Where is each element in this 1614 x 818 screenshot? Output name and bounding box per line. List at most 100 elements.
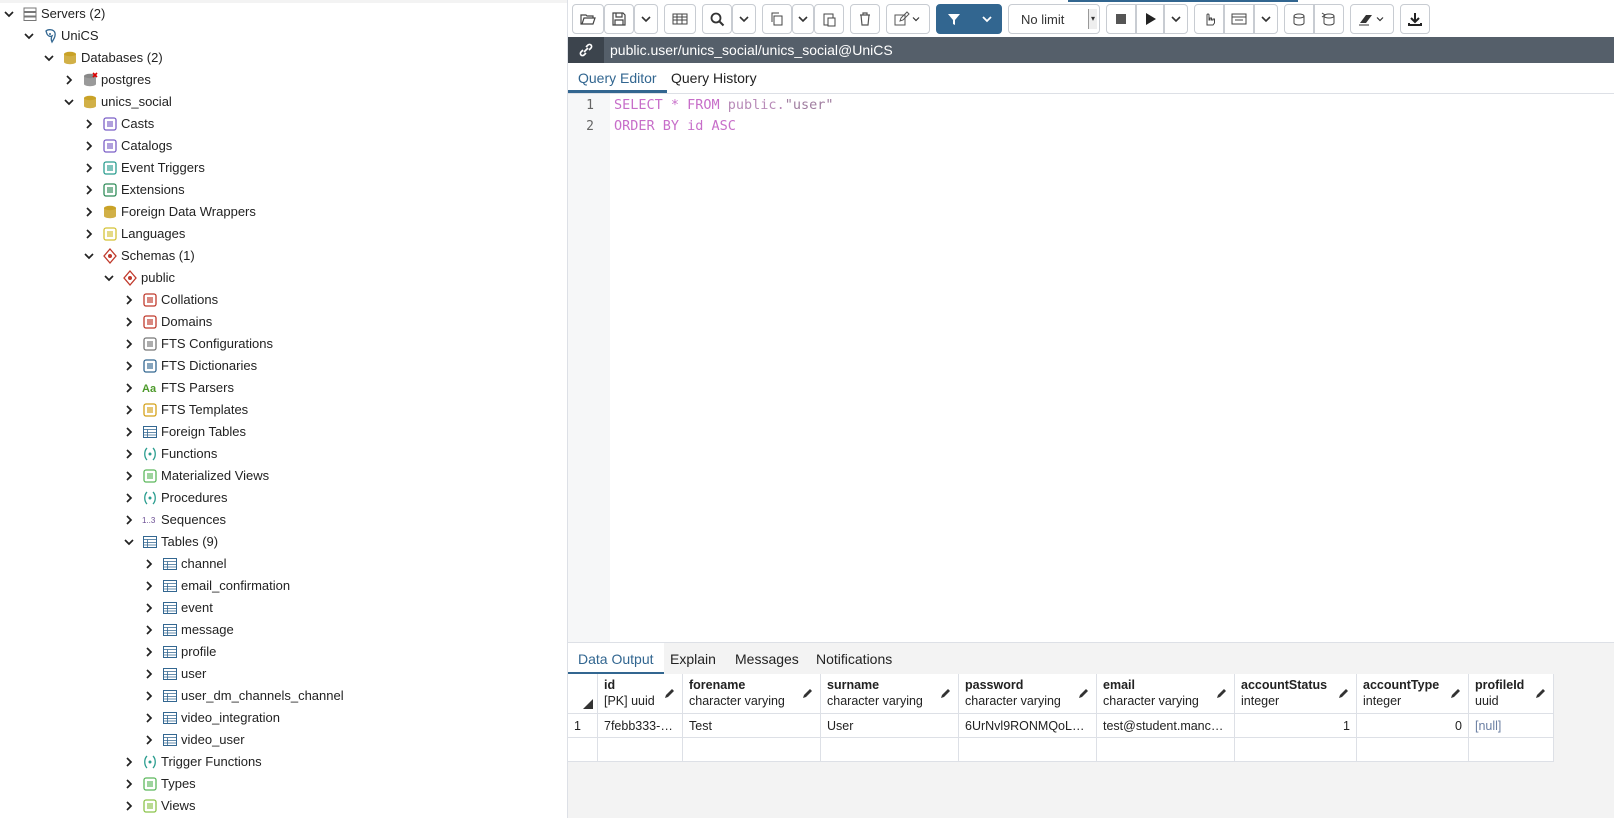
- tab-notifications[interactable]: Notifications: [806, 643, 902, 675]
- table-cell[interactable]: 1: [1235, 714, 1357, 738]
- tree-item[interactable]: FTS Templates: [122, 399, 248, 421]
- tree-item[interactable]: Types: [122, 773, 196, 795]
- commit-button[interactable]: [1284, 4, 1314, 34]
- find-options-dropdown[interactable]: [732, 4, 756, 34]
- chevron-right-icon[interactable]: [122, 421, 136, 443]
- tab-explain[interactable]: Explain: [660, 643, 726, 675]
- column-header-accountStatus[interactable]: accountStatus integer: [1235, 674, 1357, 714]
- edit-options-button[interactable]: [886, 4, 930, 34]
- filter-button[interactable]: [936, 4, 972, 34]
- chevron-right-icon[interactable]: [82, 201, 96, 223]
- column-header-surname[interactable]: surname character varying: [821, 674, 959, 714]
- tree-item[interactable]: Procedures: [122, 487, 227, 509]
- explain-button[interactable]: [1194, 4, 1224, 34]
- chevron-right-icon[interactable]: [142, 575, 156, 597]
- chevron-right-icon[interactable]: [122, 509, 136, 531]
- table-cell[interactable]: test@student.manches…: [1097, 714, 1235, 738]
- column-header-email[interactable]: email character varying: [1097, 674, 1235, 714]
- filter-options-dropdown[interactable]: [972, 4, 1002, 34]
- explain-analyze-button[interactable]: [1224, 4, 1254, 34]
- tree-item[interactable]: message: [142, 619, 234, 641]
- delete-button[interactable]: [850, 4, 880, 34]
- tree-item[interactable]: FTS Configurations: [122, 333, 273, 355]
- column-header-accountType[interactable]: accountType integer: [1357, 674, 1469, 714]
- find-button[interactable]: [702, 4, 732, 34]
- chevron-right-icon[interactable]: [82, 113, 96, 135]
- chevron-right-icon[interactable]: [62, 69, 76, 91]
- tree-item[interactable]: Aa FTS Parsers: [122, 377, 234, 399]
- explain-options-dropdown[interactable]: [1254, 4, 1278, 34]
- chevron-right-icon[interactable]: [142, 641, 156, 663]
- chevron-right-icon[interactable]: [122, 487, 136, 509]
- tree-item[interactable]: Domains: [122, 311, 212, 333]
- tree-item[interactable]: public: [102, 267, 175, 289]
- chevron-right-icon[interactable]: [142, 663, 156, 685]
- tree-item[interactable]: Views: [122, 795, 195, 817]
- tree-item[interactable]: Languages: [82, 223, 185, 245]
- tree-item[interactable]: user: [142, 663, 206, 685]
- pencil-icon[interactable]: [1450, 687, 1462, 699]
- chevron-right-icon[interactable]: [82, 157, 96, 179]
- row-number[interactable]: 1: [568, 714, 598, 738]
- copy-button[interactable]: [762, 4, 792, 34]
- chevron-down-icon[interactable]: [2, 3, 16, 25]
- tree-item[interactable]: Trigger Functions: [122, 751, 262, 773]
- empty-row-cell[interactable]: [568, 738, 598, 762]
- tree-item[interactable]: event: [142, 597, 213, 619]
- table-cell[interactable]: Test: [683, 714, 821, 738]
- save-file-button[interactable]: [604, 4, 634, 34]
- chevron-right-icon[interactable]: [122, 333, 136, 355]
- pencil-icon[interactable]: [1078, 687, 1090, 699]
- copy-options-dropdown[interactable]: [792, 4, 814, 34]
- chevron-right-icon[interactable]: [142, 553, 156, 575]
- pencil-icon[interactable]: [1338, 687, 1350, 699]
- chevron-right-icon[interactable]: [142, 619, 156, 641]
- sql-editor[interactable]: 1 SELECT * FROM public."user" 2 ORDER BY id…: [568, 94, 1614, 642]
- chevron-right-icon[interactable]: [122, 355, 136, 377]
- tree-item[interactable]: Functions: [122, 443, 217, 465]
- empty-row-cell[interactable]: [683, 738, 821, 762]
- tree-item[interactable]: user_dm_channels_channel: [142, 685, 344, 707]
- edit-data-button[interactable]: [664, 4, 696, 34]
- chevron-right-icon[interactable]: [122, 377, 136, 399]
- chevron-down-icon[interactable]: [42, 47, 56, 69]
- chevron-right-icon[interactable]: [82, 223, 96, 245]
- table-cell[interactable]: 0: [1357, 714, 1469, 738]
- open-file-button[interactable]: [572, 4, 604, 34]
- execute-options-dropdown[interactable]: [1164, 4, 1188, 34]
- chevron-right-icon[interactable]: [122, 443, 136, 465]
- chevron-right-icon[interactable]: [122, 289, 136, 311]
- tree-item[interactable]: Catalogs: [82, 135, 172, 157]
- download-button[interactable]: [1400, 4, 1430, 34]
- chevron-right-icon[interactable]: [122, 773, 136, 795]
- chevron-right-icon[interactable]: [122, 399, 136, 421]
- chevron-right-icon[interactable]: [122, 311, 136, 333]
- chevron-down-icon[interactable]: [82, 245, 96, 267]
- tree-item[interactable]: Extensions: [82, 179, 185, 201]
- chevron-right-icon[interactable]: [82, 179, 96, 201]
- empty-row-cell[interactable]: [821, 738, 959, 762]
- rollback-button[interactable]: [1314, 4, 1344, 34]
- empty-row-cell[interactable]: [959, 738, 1097, 762]
- tree-item[interactable]: Servers (2): [2, 3, 105, 25]
- tree-item[interactable]: Schemas (1): [82, 245, 195, 267]
- tab-query-editor[interactable]: Query Editor: [568, 63, 667, 93]
- tab-data-output[interactable]: Data Output: [568, 643, 664, 675]
- tree-item[interactable]: Casts: [82, 113, 154, 135]
- tree-item[interactable]: unics_social: [62, 91, 172, 113]
- table-cell[interactable]: [null]: [1469, 714, 1554, 738]
- chevron-right-icon[interactable]: [122, 751, 136, 773]
- tab-messages[interactable]: Messages: [725, 643, 809, 675]
- paste-button[interactable]: [814, 4, 844, 34]
- pencil-icon[interactable]: [664, 687, 676, 699]
- tree-item[interactable]: Databases (2): [42, 47, 163, 69]
- connection-status-icon[interactable]: [568, 37, 604, 63]
- pencil-icon[interactable]: [802, 687, 814, 699]
- tree-item[interactable]: Collations: [122, 289, 218, 311]
- tree-item[interactable]: video_integration: [142, 707, 280, 729]
- empty-row-cell[interactable]: [1469, 738, 1554, 762]
- tree-item[interactable]: FTS Dictionaries: [122, 355, 257, 377]
- chevron-down-icon[interactable]: [22, 25, 36, 47]
- column-header-forename[interactable]: forename character varying: [683, 674, 821, 714]
- empty-row-cell[interactable]: [1097, 738, 1235, 762]
